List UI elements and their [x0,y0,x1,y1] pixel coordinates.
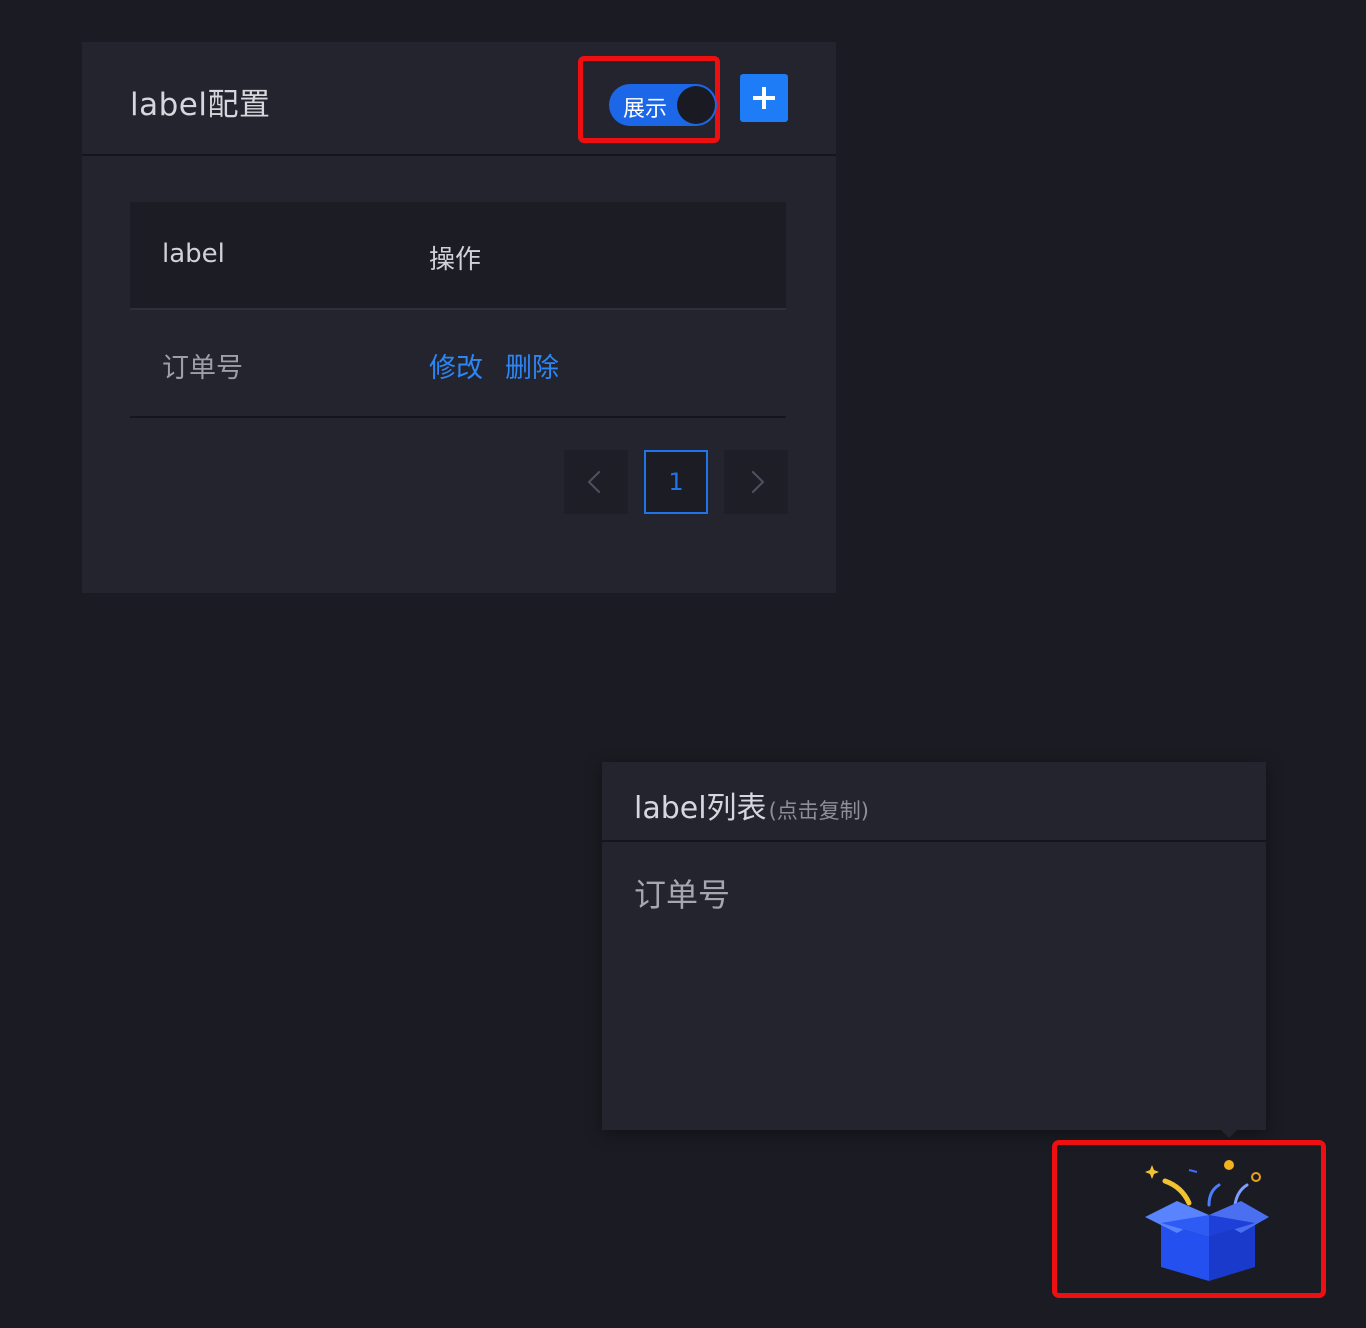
gift-box-icon [1145,1160,1269,1281]
display-toggle[interactable]: 展示 [609,84,717,126]
label-list-item[interactable]: 订单号 [634,870,730,916]
next-page-button[interactable] [724,450,788,514]
page-number: 1 [668,468,684,496]
column-header-actions: 操作 [429,245,482,275]
label-table: label 操作 订单号 修改 删除 [130,202,786,418]
toggle-highlight-box: 展示 [578,56,720,143]
toggle-label: 展示 [623,97,668,122]
page-1-button[interactable]: 1 [644,450,708,514]
table-row: 订单号 修改 删除 [130,310,786,418]
plus-icon [753,87,775,109]
gift-box-button[interactable] [1052,1140,1326,1298]
table-header: label 操作 [130,202,786,310]
popup-hint: (点击复制) [768,799,869,823]
cell-label: 订单号 [162,353,243,384]
column-header-label: label [162,239,225,269]
popup-title: label列表(点击复制) [634,783,869,827]
panel-header: label配置 展示 [82,42,836,156]
chevron-right-icon [741,470,765,494]
add-label-button[interactable] [740,74,788,122]
chevron-left-icon [587,470,611,494]
popup-caret [1221,1130,1237,1138]
popup-title-text: label列表 [634,791,767,826]
popup-header: label列表(点击复制) [602,762,1266,842]
label-list-popup: label列表(点击复制) 订单号 [602,762,1266,1130]
edit-link[interactable]: 修改 [429,346,483,385]
panel-title: label配置 [130,87,271,123]
label-config-panel: label配置 展示 label 操作 订单号 修改 删除 1 [82,42,836,593]
prev-page-button[interactable] [564,450,628,514]
toggle-knob [677,86,715,124]
delete-link[interactable]: 删除 [505,346,559,385]
